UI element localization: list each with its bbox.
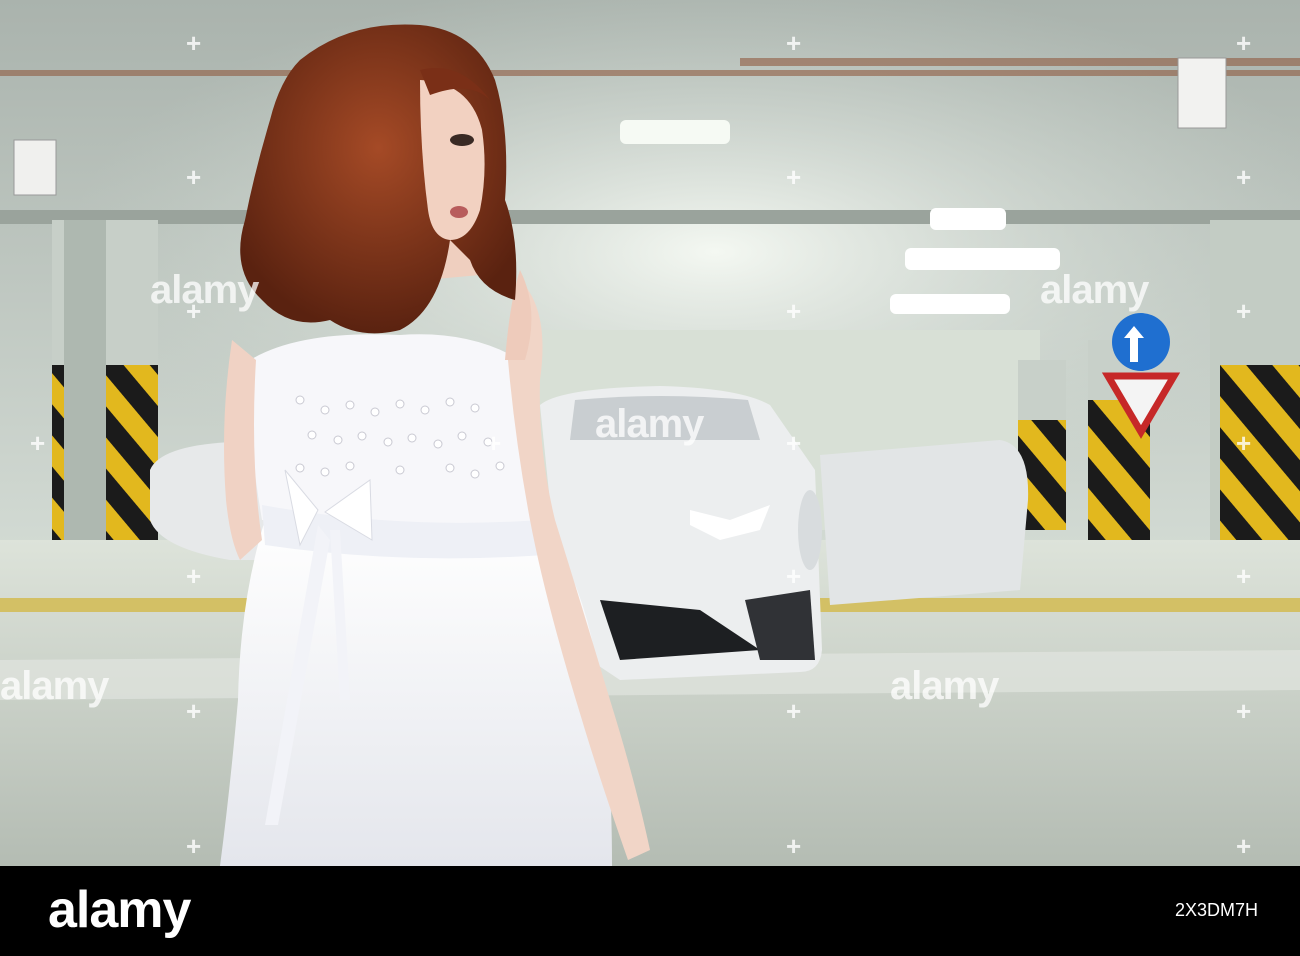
image-id: 2X3DM7H [1174,900,1258,920]
svg-text:+: + [786,162,801,192]
footer-bar: alamy 2X3DM7H [0,866,1300,956]
svg-text:+: + [186,831,201,861]
notice-sign [1177,57,1227,129]
alamy-logo: alamy [48,881,191,939]
svg-text:+: + [1236,561,1251,591]
road-sign-icon [1112,313,1170,371]
ceiling-light [930,208,1006,230]
svg-text:+: + [186,28,201,58]
watermark-text: alamy [1040,268,1149,312]
ceiling-light [890,294,1010,314]
svg-text:+: + [1236,428,1251,458]
svg-text:+: + [186,561,201,591]
svg-text:+: + [786,296,801,326]
watermark-text: alamy [0,664,109,708]
svg-text:+: + [786,28,801,58]
svg-text:+: + [786,428,801,458]
ceiling-light [905,248,1060,270]
svg-text:+: + [786,561,801,591]
svg-text:+: + [486,428,501,458]
watermark-text: alamy [150,268,259,312]
svg-text:+: + [1236,696,1251,726]
watermark-text: alamy [595,402,704,446]
svg-text:+: + [1236,296,1251,326]
svg-text:+: + [1236,28,1251,58]
svg-text:+: + [1236,831,1251,861]
watermark-text: alamy [890,664,999,708]
svg-text:+: + [786,831,801,861]
svg-text:+: + [786,696,801,726]
svg-text:+: + [1236,162,1251,192]
svg-text:+: + [186,696,201,726]
svg-text:+: + [30,428,45,458]
svg-text:+: + [186,162,201,192]
photo: + + + + + + + + + + + + + + + + + + + + + + alamy alamy… [0,0,1300,866]
